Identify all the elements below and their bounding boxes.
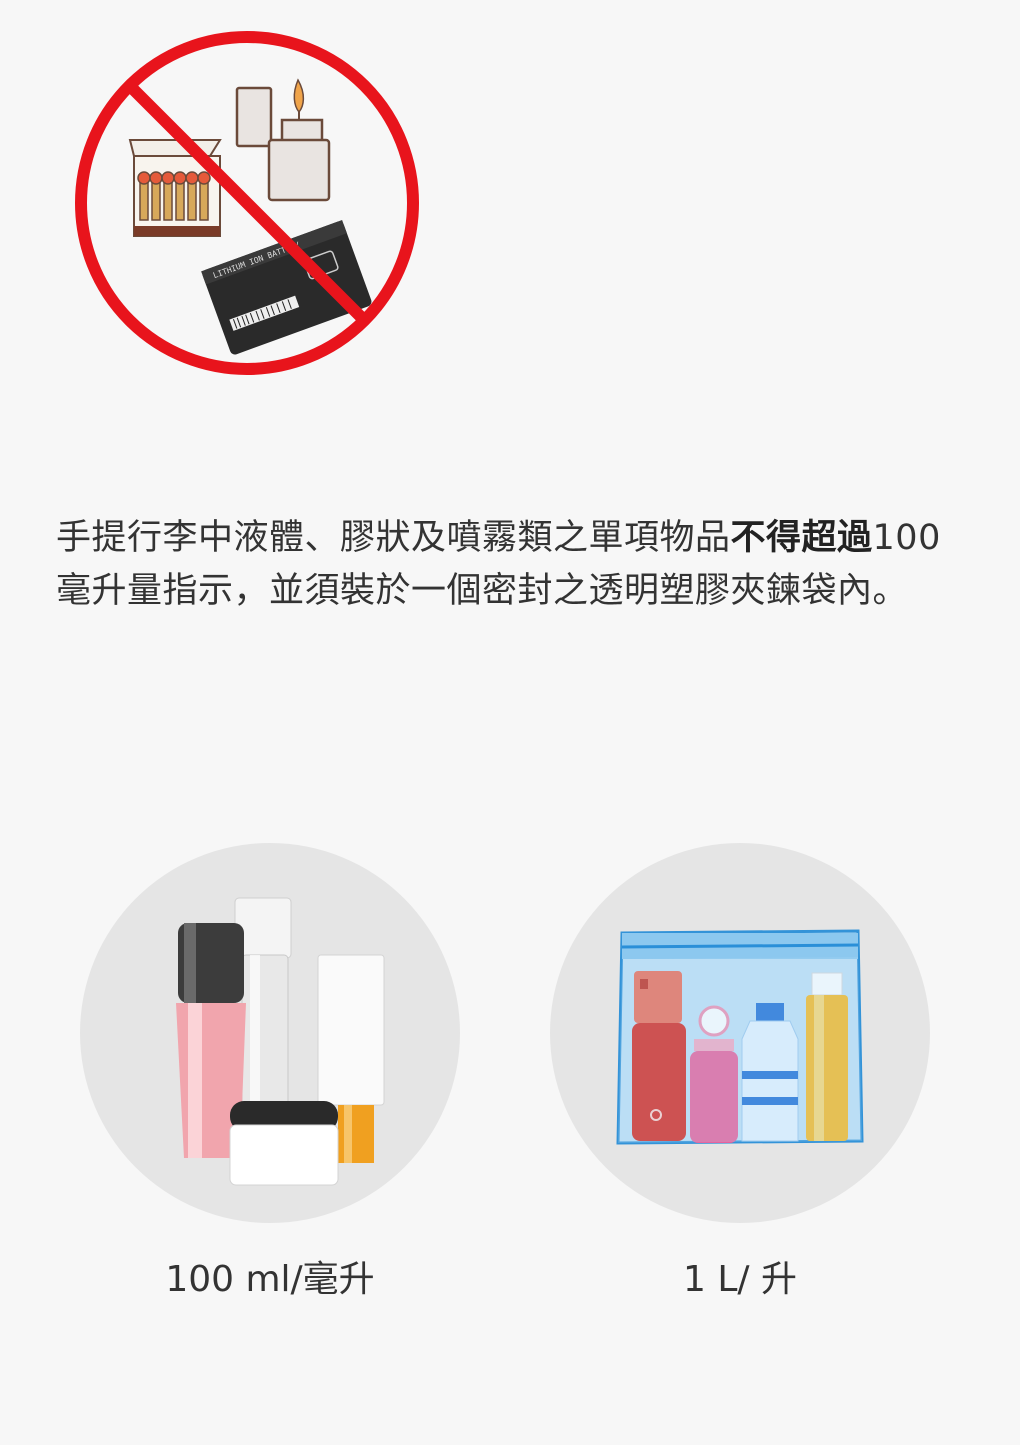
ziplock-bag-icon [616,929,864,1145]
caption-1l: 1 L/ 升 [683,1259,797,1300]
caption-100ml: 100 ml/毫升 [165,1259,375,1300]
cosmetics-circle [80,843,460,1223]
cosmetics-icon [176,897,385,1186]
rule-text-normal: 手提行李中液體、膠狀及噴霧類之單項物品 [56,518,731,558]
lighter-icon [235,78,331,202]
rule-text-bold: 不得超過 [730,518,873,558]
liquid-rule-text: 手提行李中液體、膠狀及噴霧類之單項物品不得超過100毫升量指示，並須裝於一個密封… [56,512,966,618]
prohibited-items-icon: LITHIUM ION BATTERY [75,31,419,375]
ziplock-bag-circle [550,843,930,1223]
